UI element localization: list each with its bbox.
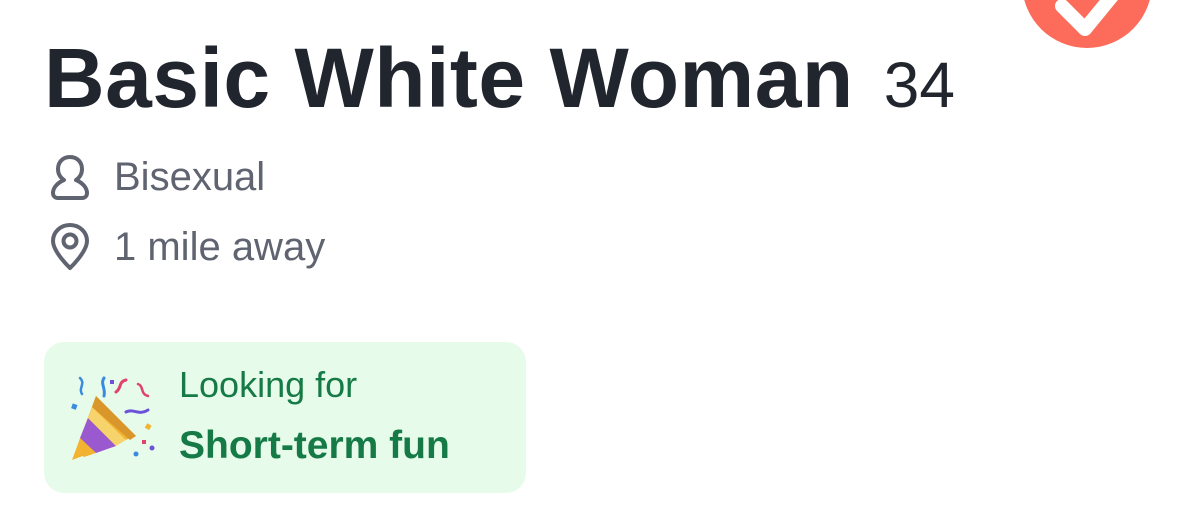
person-icon: [48, 153, 98, 201]
party-popper-icon: [71, 376, 155, 460]
looking-for-value: Short-term fun: [179, 424, 450, 467]
looking-for-label: Looking for: [179, 364, 358, 405]
profile-header: Basic White Woman 34: [44, 30, 955, 130]
looking-for-card[interactable]: Looking for Short-term fun: [44, 342, 526, 493]
distance-text: 1 mile away: [114, 224, 326, 269]
distance-row: 1 mile away: [48, 223, 325, 271]
like-badge[interactable]: [1022, 0, 1152, 48]
location-pin-icon: [48, 223, 98, 271]
orientation-row: Bisexual: [48, 153, 265, 201]
profile-age: 34: [883, 49, 955, 121]
profile-name: Basic White Woman: [44, 31, 854, 125]
like-check-icon: [1055, 0, 1118, 36]
orientation-text: Bisexual: [114, 154, 266, 199]
